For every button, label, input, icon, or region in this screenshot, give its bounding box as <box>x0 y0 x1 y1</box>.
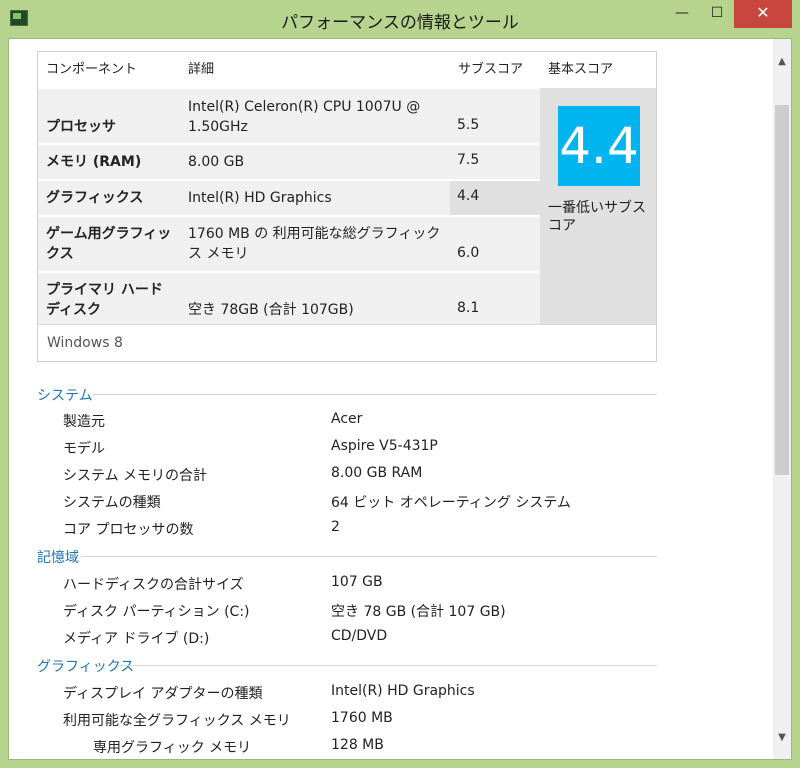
detail-cell: 8.00 GB <box>188 154 245 170</box>
base-score-column: 4.4 一番低いサブスコア <box>540 88 656 325</box>
title-bar[interactable]: パフォーマンスの情報とツール — ☐ ✕ <box>0 0 800 38</box>
prop-label: システムの種類 <box>63 495 161 511</box>
detail-cell: Intel(R) Celeron(R) CPU 1007U @ 1.50GHz <box>188 99 421 135</box>
header-basescore: 基本スコア <box>548 62 614 77</box>
base-score-caption: 一番低いサブスコア <box>548 200 646 234</box>
prop-label: 専用グラフィック メモリ <box>93 740 252 756</box>
prop-label: メディア ドライブ (D:) <box>63 631 210 647</box>
score-table: コンポーネント 詳細 サブスコア 基本スコア プロセッサ Intel(R) Ce… <box>37 51 657 362</box>
prop-value: 空き 78 GB (合計 107 GB) <box>331 604 506 620</box>
base-score-tile: 4.4 <box>558 106 640 186</box>
prop-label: システム メモリの合計 <box>63 468 208 484</box>
prop-value: Acer <box>331 411 363 427</box>
content-pane: コンポーネント 詳細 サブスコア 基本スコア プロセッサ Intel(R) Ce… <box>8 38 792 760</box>
component-cell: プロセッサ <box>46 119 116 135</box>
scroll-up-icon[interactable]: ▲ <box>773 53 791 71</box>
detail-cell: Intel(R) HD Graphics <box>188 190 332 206</box>
prop-label: 利用可能な全グラフィックス メモリ <box>63 713 291 729</box>
prop-value: 2 <box>331 519 340 535</box>
prop-label: 製造元 <box>63 414 105 430</box>
header-detail: 詳細 <box>188 62 215 77</box>
subscore-cell: 7.5 <box>457 152 480 168</box>
detail-cell: 1760 MB の 利用可能な総グラフィックス メモリ <box>188 226 441 262</box>
vertical-scrollbar[interactable]: ▲ ▼ <box>773 39 791 759</box>
section-divider <box>117 665 657 666</box>
prop-label: ディスプレイ アダプターの種類 <box>63 686 263 702</box>
subscore-cell: 6.0 <box>457 245 480 261</box>
maximize-button[interactable]: ☐ <box>700 0 734 28</box>
subscore-cell: 5.5 <box>457 117 480 133</box>
section-title-graphics: グラフィックス <box>37 659 135 675</box>
os-label: Windows 8 <box>47 335 123 351</box>
table-row: ゲーム用グラフィックス 1760 MB の 利用可能な総グラフィックス メモリ … <box>38 217 540 271</box>
subscore-cell-lowest: 4.4 <box>450 181 540 215</box>
scroll-thumb[interactable] <box>775 105 789 475</box>
prop-label: モデル <box>63 441 105 457</box>
prop-value: 1760 MB <box>331 710 393 726</box>
close-button[interactable]: ✕ <box>734 0 792 28</box>
section-divider <box>93 394 657 395</box>
section-title-storage: 記憶域 <box>37 550 79 566</box>
prop-value: CD/DVD <box>331 628 388 644</box>
prop-value: 107 GB <box>331 574 383 590</box>
prop-value: 128 MB <box>331 737 384 753</box>
prop-label: ハードディスクの合計サイズ <box>63 577 244 593</box>
component-cell: ゲーム用グラフィックス <box>46 226 172 262</box>
header-component: コンポーネント <box>46 62 138 77</box>
table-row: グラフィックス Intel(R) HD Graphics 4.4 <box>38 181 540 215</box>
divider <box>38 324 656 325</box>
table-row: プロセッサ Intel(R) Celeron(R) CPU 1007U @ 1.… <box>38 89 540 143</box>
prop-label: コア プロセッサの数 <box>63 522 194 538</box>
table-row: メモリ (RAM) 8.00 GB 7.5 <box>38 145 540 179</box>
detail-cell: 空き 78GB (合計 107GB) <box>188 302 354 318</box>
minimize-button[interactable]: — <box>664 0 700 28</box>
section-title-system: システム <box>37 388 93 404</box>
header-subscore: サブスコア <box>458 62 524 77</box>
subscore-cell: 8.1 <box>457 300 480 316</box>
section-divider <box>81 556 657 557</box>
component-cell: グラフィックス <box>46 190 144 206</box>
prop-label: ディスク パーティション (C:) <box>63 604 250 620</box>
table-row: プライマリ ハード ディスク 空き 78GB (合計 107GB) 8.1 <box>38 273 540 325</box>
prop-value: Aspire V5-431P <box>331 438 438 454</box>
component-cell: プライマリ ハード ディスク <box>46 282 163 318</box>
prop-value: 8.00 GB RAM <box>331 465 423 481</box>
prop-value: 64 ビット オペレーティング システム <box>331 495 571 511</box>
prop-value: Intel(R) HD Graphics <box>331 683 475 699</box>
scroll-down-icon[interactable]: ▼ <box>773 729 791 747</box>
component-cell: メモリ (RAM) <box>46 154 142 170</box>
